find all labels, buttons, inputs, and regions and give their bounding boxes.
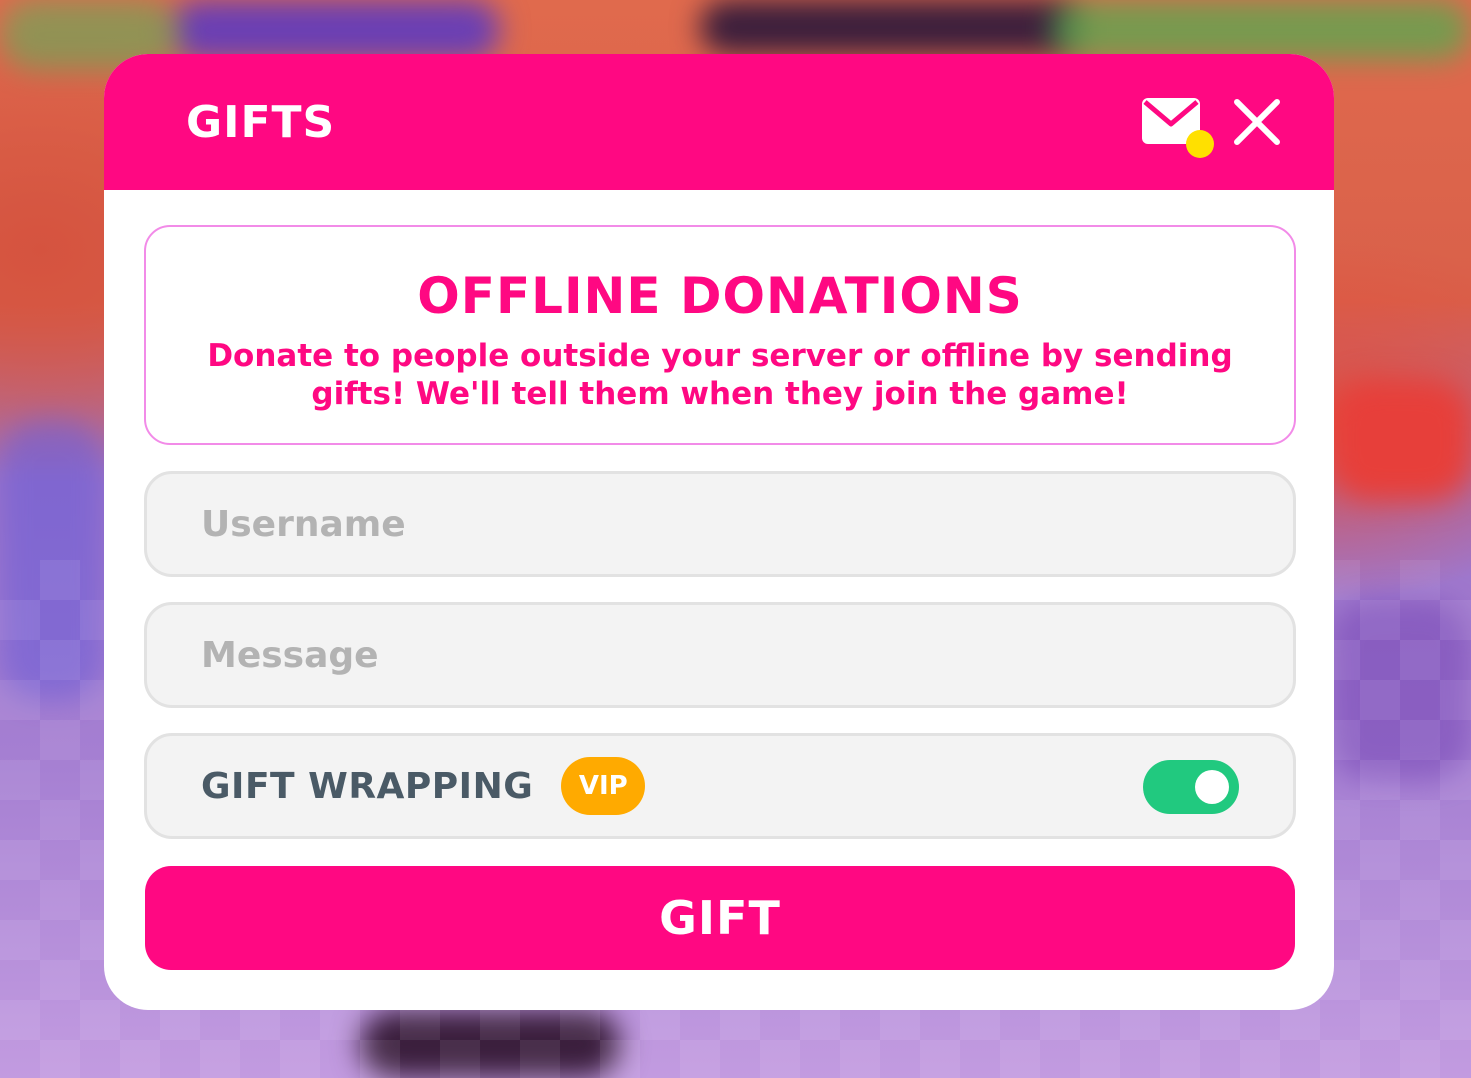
- username-field[interactable]: [144, 471, 1296, 577]
- gifts-dialog: GIFTS OFFLINE DONATIONS Donate to people…: [104, 54, 1334, 1010]
- header-actions: [1140, 96, 1282, 158]
- message-input[interactable]: [201, 634, 1293, 676]
- vip-badge: VIP: [561, 757, 646, 815]
- info-title: OFFLINE DONATIONS: [417, 267, 1023, 325]
- username-input[interactable]: [201, 503, 1293, 545]
- gift-wrapping-row: GIFT WRAPPING VIP: [144, 733, 1296, 839]
- dialog-title: GIFTS: [186, 96, 336, 148]
- info-description: Donate to people outside your server or …: [207, 338, 1233, 412]
- notification-dot: [1186, 130, 1214, 158]
- close-icon[interactable]: [1232, 97, 1282, 147]
- gift-wrapping-toggle[interactable]: [1143, 760, 1239, 814]
- toggle-knob: [1195, 770, 1229, 804]
- dialog-header: GIFTS: [104, 54, 1334, 190]
- gift-button[interactable]: GIFT: [145, 866, 1295, 970]
- mail-icon[interactable]: [1140, 96, 1214, 158]
- message-field[interactable]: [144, 602, 1296, 708]
- info-box: OFFLINE DONATIONS Donate to people outsi…: [144, 225, 1296, 445]
- gift-wrapping-label: GIFT WRAPPING: [201, 765, 534, 807]
